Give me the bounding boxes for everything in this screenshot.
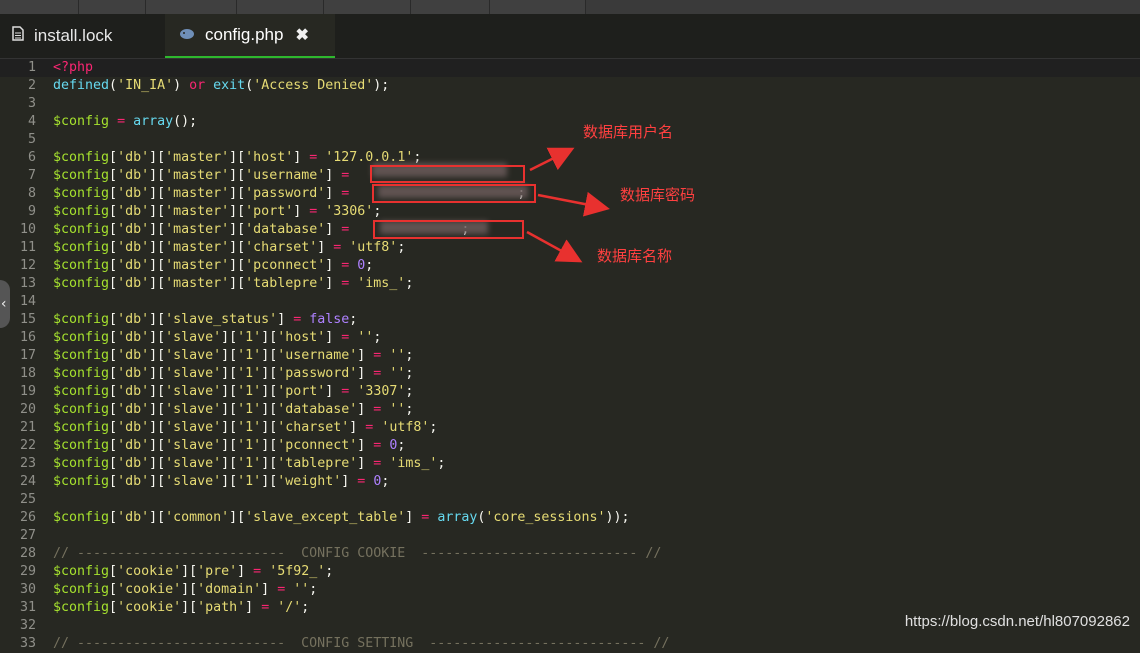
top-menu-bar [0,0,1140,15]
annotation-database: 数据库名称 [597,247,673,265]
menu-segment[interactable] [237,0,324,14]
tab-install-lock[interactable]: install.lock [0,14,164,58]
php-elephant-icon [179,25,195,45]
tab-bar: install.lock config.php ✖ [0,14,1140,59]
tab-label: config.php [205,25,284,44]
code-editor[interactable]: 1 <?php 2 defined('IN_IA') or exit('Access … [0,59,1140,651]
tab-label: install.lock [34,26,113,45]
menu-segment[interactable] [146,0,237,14]
close-icon[interactable]: ✖ [295,25,308,45]
collapse-sidebar-button[interactable]: ‹ [0,280,10,328]
menu-segment[interactable] [79,0,146,14]
annotation-password: 数据库密码 [620,186,696,204]
annotation-username: 数据库用户名 [583,123,674,141]
password-arrow [537,191,610,217]
database-arrow [526,230,583,263]
tab-config-php[interactable]: config.php ✖ [165,14,335,58]
file-icon [12,26,24,46]
menu-segment[interactable] [490,0,586,14]
username-arrow [529,147,575,172]
menu-segment[interactable] [411,0,490,14]
watermark: https://blog.csdn.net/hl807092862 [904,613,1130,630]
menu-segment[interactable] [0,0,79,14]
annotation-arrows [526,147,610,263]
menu-segment[interactable] [324,0,411,14]
